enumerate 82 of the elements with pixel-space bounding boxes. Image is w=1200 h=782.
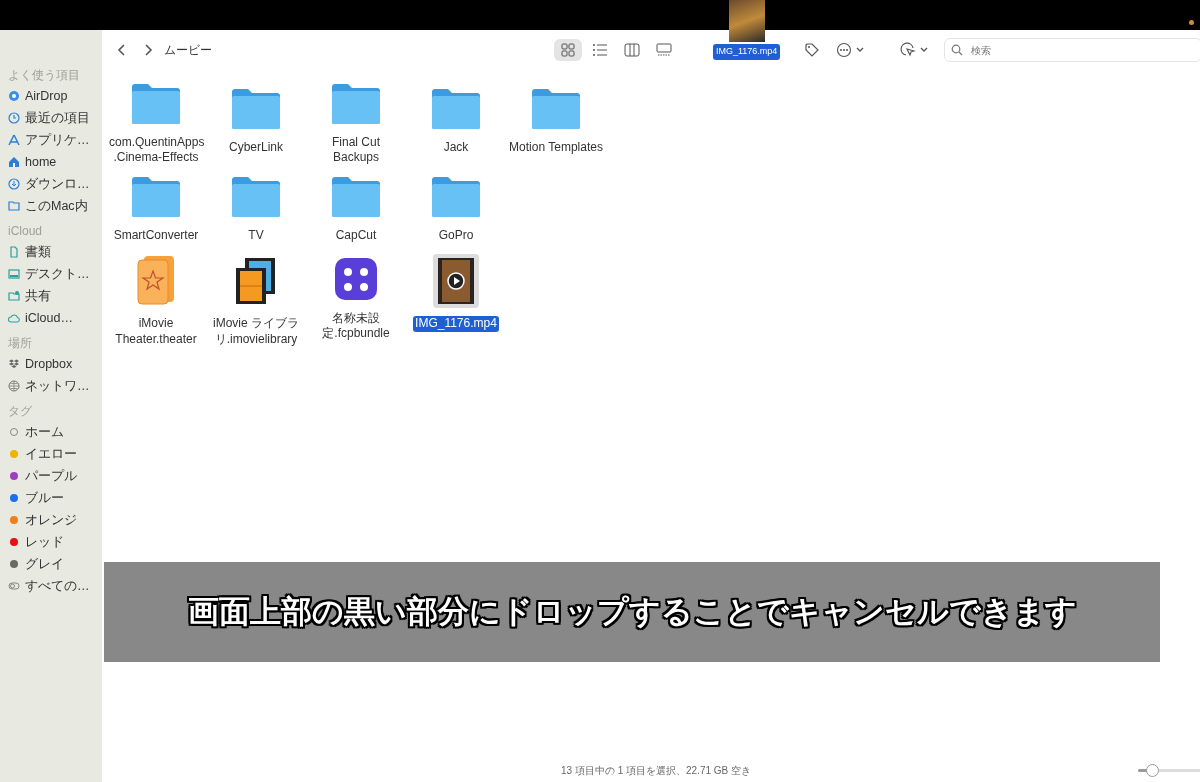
sidebar-item[interactable]: オレンジ xyxy=(4,509,102,531)
sidebar-item[interactable]: アプリケ… xyxy=(4,129,102,151)
sidebar-item[interactable]: AirDrop xyxy=(4,85,102,107)
section-heading: タグ xyxy=(8,403,33,420)
dragged-thumbnail xyxy=(728,0,765,42)
back-icon[interactable] xyxy=(116,43,128,57)
gallery-view-icon xyxy=(656,42,672,58)
chevron-down-icon[interactable] xyxy=(920,46,928,54)
file-name[interactable]: SmartConverter xyxy=(111,228,201,244)
file-name[interactable]: iMovie Theater.theater xyxy=(113,316,199,348)
search-icon xyxy=(951,44,963,56)
cloud-icon xyxy=(8,312,20,324)
dropbox-icon xyxy=(8,358,20,370)
window-title: ムービー xyxy=(164,42,212,59)
file-name[interactable]: GoPro xyxy=(436,228,476,244)
file-name[interactable]: 名称未設定.fcpbundle xyxy=(307,310,405,342)
sidebar-item[interactable]: 共有 xyxy=(4,285,102,307)
folder-icon[interactable] xyxy=(231,88,281,130)
chevron-down-icon[interactable] xyxy=(856,46,864,54)
sidebar-item[interactable]: イエロー xyxy=(4,443,102,465)
forward-icon[interactable] xyxy=(142,43,154,57)
grid-view-icon xyxy=(560,42,576,58)
sidebar-item[interactable]: このMac内 xyxy=(4,195,102,217)
sidebar-item[interactable]: 最近の項目 xyxy=(4,107,102,129)
sidebar-item[interactable]: レッド xyxy=(4,531,102,553)
tag-ring-icon xyxy=(8,426,20,438)
sidebar-item[interactable]: Dropbox xyxy=(4,353,102,375)
column-view-icon xyxy=(624,42,640,58)
file-name[interactable]: Final Cut Backups xyxy=(307,134,405,166)
folder-icon[interactable] xyxy=(331,82,381,125)
section-heading: 場所 xyxy=(8,335,33,352)
folder-icon[interactable] xyxy=(231,176,281,218)
all-tags-icon xyxy=(8,580,20,592)
file-name[interactable]: TV xyxy=(246,228,266,244)
folder-icon xyxy=(8,200,20,212)
folder-icon[interactable] xyxy=(531,88,581,130)
list-view-icon xyxy=(592,42,608,58)
home-icon xyxy=(8,156,20,168)
folder-icon[interactable] xyxy=(131,176,181,218)
caption-text: 画面上部の黒い部分にドロップすることでキャンセルできます xyxy=(187,592,1077,631)
tag-icon[interactable] xyxy=(804,42,820,58)
file-name[interactable]: com.QuentinApps .Cinema-Effects xyxy=(107,134,205,166)
folder-icon[interactable] xyxy=(131,82,181,125)
file-name[interactable]: Jack xyxy=(441,140,471,156)
more-icon[interactable] xyxy=(836,42,852,58)
slider-thumb[interactable] xyxy=(1146,764,1160,777)
file-name[interactable]: CyberLink xyxy=(227,140,285,156)
section-heading: よく使う項目 xyxy=(8,67,81,84)
section-heading: iCloud xyxy=(8,223,44,240)
file-name[interactable]: IMG_1176.mp4 xyxy=(413,316,499,332)
download-icon xyxy=(8,178,20,190)
zoom-slider[interactable] xyxy=(1138,764,1200,776)
file-name[interactable]: iMovie ライブラリ.imovielibrary xyxy=(207,316,305,348)
file-name[interactable]: Motion Templates xyxy=(507,140,605,156)
folder-icon[interactable] xyxy=(431,88,481,130)
sidebar-item[interactable]: iCloud… xyxy=(4,307,102,329)
file-name[interactable]: CapCut xyxy=(333,228,379,244)
view-button[interactable] xyxy=(554,39,582,61)
shared-folder-icon xyxy=(8,290,20,302)
video-thumbnail-icon[interactable] xyxy=(435,256,477,306)
clock-icon xyxy=(8,112,20,124)
sidebar-item[interactable]: 書類 xyxy=(4,241,102,263)
sidebar-item[interactable]: home xyxy=(4,151,102,173)
drag-label: IMG_1176.mp4 xyxy=(713,44,781,60)
search-input[interactable]: 検索 xyxy=(969,41,1195,59)
globe-icon xyxy=(8,380,20,392)
sidebar-item[interactable]: ダウンロ… xyxy=(4,173,102,195)
folder-icon[interactable] xyxy=(331,176,381,218)
status-text: 13 項目中の 1 項目を選択、22.71 GB 空き xyxy=(560,763,752,778)
document-icon xyxy=(8,246,20,258)
sidebar-item[interactable]: ブルー xyxy=(4,487,102,509)
pointer-icon[interactable] xyxy=(900,42,916,58)
sidebar-item[interactable]: パープル xyxy=(4,465,102,487)
sidebar-item[interactable]: デスクト… xyxy=(4,263,102,285)
sidebar-item[interactable]: ネットワ… xyxy=(4,375,102,397)
indicator-dot xyxy=(1189,20,1194,25)
sidebar-item[interactable]: ホーム xyxy=(4,421,102,443)
desktop-icon xyxy=(8,268,20,280)
sidebar-item[interactable]: すべての… xyxy=(4,575,102,597)
sidebar-item[interactable]: グレイ xyxy=(4,553,102,575)
ticket-cards-icon[interactable] xyxy=(136,254,176,306)
folder-icon[interactable] xyxy=(431,176,481,218)
